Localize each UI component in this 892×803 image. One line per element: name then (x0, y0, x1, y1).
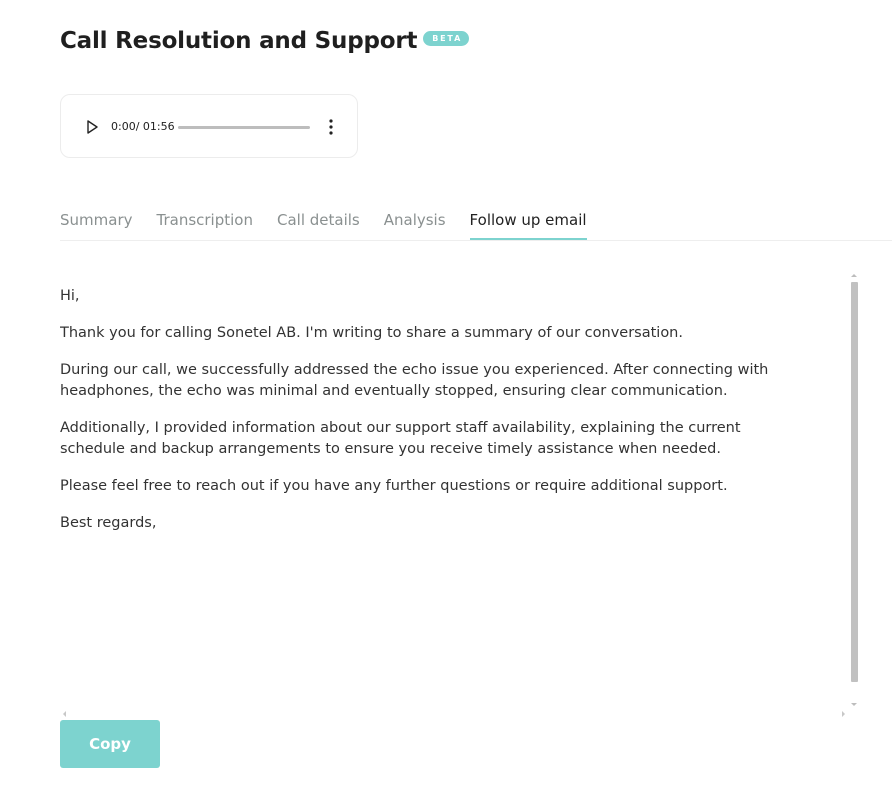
beta-badge: BETA (423, 30, 470, 46)
tab-summary[interactable]: Summary (60, 206, 133, 240)
scroll-down-icon[interactable] (851, 703, 857, 706)
tab-bar: Summary Transcription Call details Analysis… (60, 206, 892, 241)
play-icon[interactable] (85, 119, 99, 135)
tab-call-details[interactable]: Call details (277, 206, 360, 240)
more-vertical-icon[interactable] (323, 117, 339, 137)
email-paragraph: Thank you for calling Sonetel AB. I'm wr… (60, 325, 683, 341)
email-paragraph: During our call, we successfully address… (60, 362, 769, 399)
progress-bar[interactable] (178, 126, 310, 129)
copy-button[interactable]: Copy (60, 720, 160, 768)
page: Call Resolution and Support BETA 0:00/ 0… (0, 0, 892, 803)
email-paragraph: Please feel free to reach out if you hav… (60, 478, 728, 494)
title-row: Call Resolution and Support BETA (60, 28, 470, 54)
follow-up-email-text: Hi, Thank you for calling Sonetel AB. I'm… (60, 276, 780, 706)
tab-transcription[interactable]: Transcription (157, 206, 253, 240)
tab-analysis[interactable]: Analysis (384, 206, 446, 240)
playback-time: 0:00/ 01:56 (111, 120, 175, 133)
audio-player: 0:00/ 01:56 (60, 94, 358, 158)
email-paragraph: Best regards, (60, 515, 157, 531)
email-paragraph: Additionally, I provided information abo… (60, 420, 741, 457)
scroll-left-icon[interactable] (63, 711, 66, 717)
scroll-thumb[interactable] (851, 282, 858, 682)
email-paragraph: Hi, (60, 288, 80, 304)
scroll-up-icon[interactable] (851, 274, 857, 277)
page-title: Call Resolution and Support (60, 28, 418, 54)
vertical-scrollbar[interactable] (847, 274, 861, 706)
scroll-right-icon[interactable] (842, 711, 845, 717)
tab-follow-up-email[interactable]: Follow up email (469, 206, 587, 240)
